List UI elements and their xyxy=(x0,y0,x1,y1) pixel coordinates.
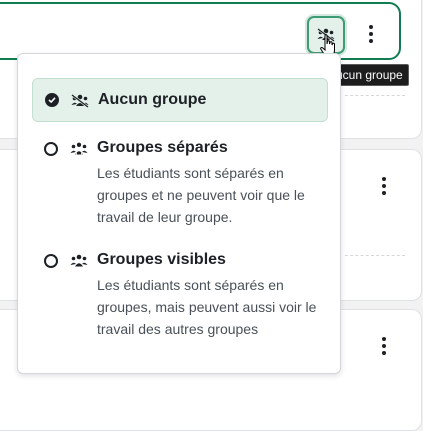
option-separate-groups[interactable]: Groupes séparés Les étudiants sont sépar… xyxy=(32,132,328,232)
group-separate-icon xyxy=(70,142,88,156)
more-actions-icon[interactable] xyxy=(374,173,394,199)
radio-icon xyxy=(44,142,58,156)
divider xyxy=(345,255,405,256)
option-no-groups[interactable]: Aucun groupe xyxy=(32,78,328,122)
group-visible-icon xyxy=(70,254,88,267)
group-mode-menu: Aucun groupe Groupes séparés Les étudian… xyxy=(17,53,341,374)
option-label: Groupes visibles xyxy=(97,251,226,268)
option-visible-groups[interactable]: Groupes visibles Les étudiants sont sépa… xyxy=(32,244,328,344)
group-none-icon xyxy=(71,94,89,108)
checked-radio-icon xyxy=(45,93,59,107)
divider xyxy=(345,95,405,96)
option-description: Les étudiants sont séparés en groupes et… xyxy=(97,165,305,225)
option-label: Aucun groupe xyxy=(98,91,207,108)
option-description: Les étudiants sont séparés en groupes, m… xyxy=(97,277,317,337)
radio-icon xyxy=(44,254,58,268)
more-actions-icon[interactable] xyxy=(374,333,394,359)
option-label: Groupes séparés xyxy=(97,139,228,156)
more-actions-icon[interactable] xyxy=(361,21,381,47)
